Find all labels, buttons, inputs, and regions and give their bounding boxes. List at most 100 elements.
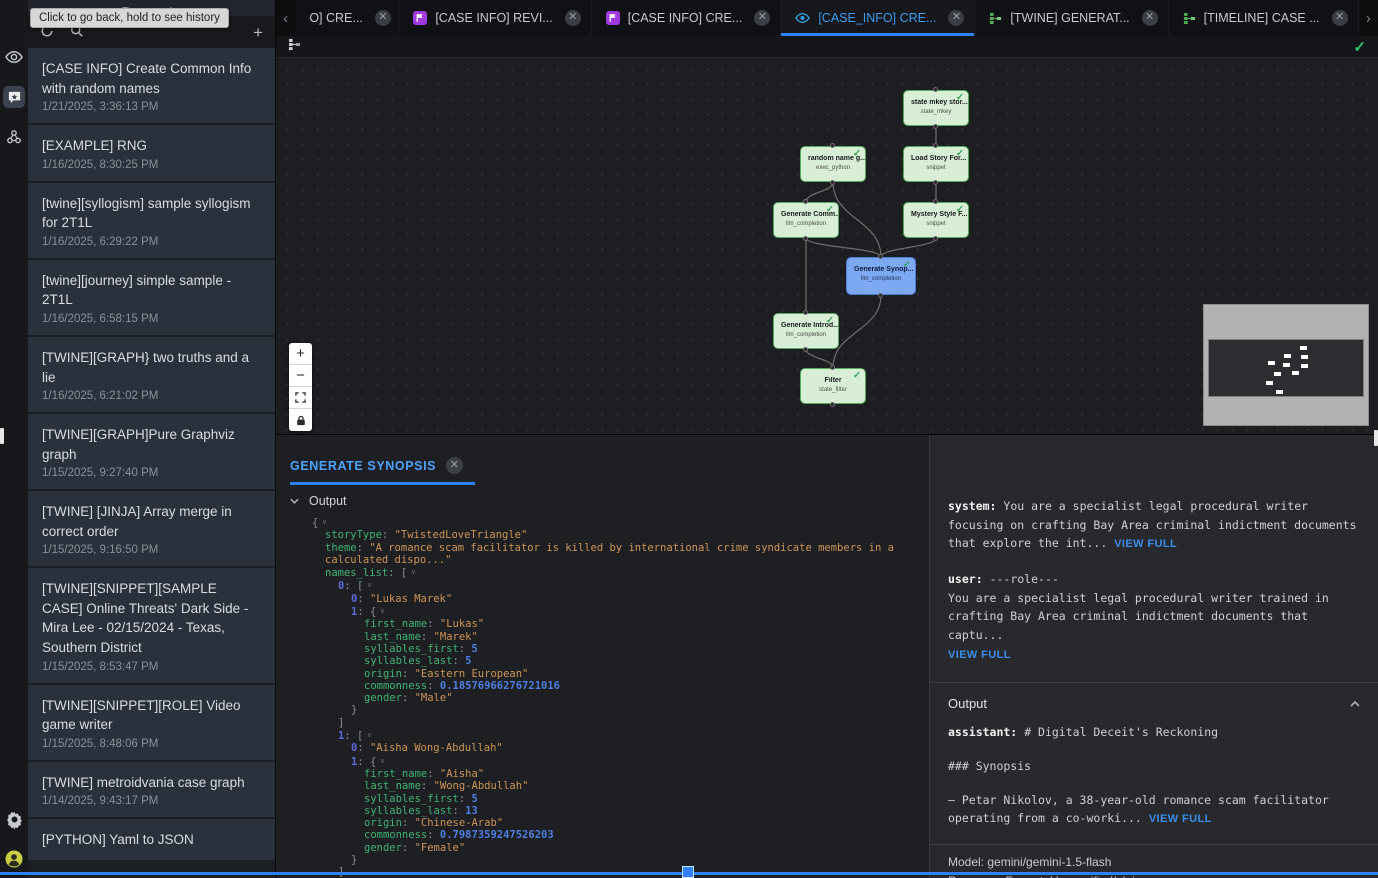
- prompt-timestamp: 1/21/2025, 3:36:13 PM: [42, 101, 261, 113]
- graph-node-gen_comm[interactable]: Generate Comm... llm_completion ✓: [773, 202, 839, 238]
- prompt-list-item[interactable]: [TWINE][SNIPPET][ROLE] Video game writer…: [28, 685, 275, 760]
- tabs-scroll-right-icon[interactable]: ›: [1359, 0, 1378, 36]
- node-output-handle[interactable]: [933, 236, 938, 241]
- main-area: ‹ O] CRE... ✕ [CASE INFO] REVI... ✕ [CAS…: [276, 0, 1378, 878]
- close-icon[interactable]: ✕: [948, 10, 964, 26]
- prompt-list-item[interactable]: [TWINE][SNIPPET][SAMPLE CASE] Online Thr…: [28, 568, 275, 682]
- node-output-handle[interactable]: [933, 124, 938, 129]
- json-line: 1: {∨: [276, 605, 916, 618]
- close-icon[interactable]: ✕: [446, 457, 463, 474]
- json-line: first_name: "Aisha": [276, 768, 916, 780]
- node-output-handle[interactable]: [933, 180, 938, 185]
- eye-icon[interactable]: [3, 46, 25, 68]
- lock-button[interactable]: [289, 409, 312, 431]
- prompt-list-item[interactable]: [TWINE] [JINJA] Array merge in correct o…: [28, 491, 275, 566]
- node-subtitle: llm_completion: [774, 221, 838, 227]
- close-icon[interactable]: ✕: [565, 10, 581, 26]
- assistant-output-header[interactable]: Output: [948, 683, 1360, 723]
- account-avatar[interactable]: [3, 848, 25, 870]
- left-resize-grip[interactable]: [0, 428, 4, 444]
- editor-tab[interactable]: [CASE_INFO] CRE... ✕: [781, 0, 975, 36]
- user-message-text: You are a specialist legal procedural wr…: [948, 591, 1329, 642]
- node-output-handle[interactable]: [803, 236, 808, 241]
- zoom-out-button[interactable]: −: [289, 365, 312, 387]
- node-input-handle[interactable]: [803, 199, 808, 204]
- prompts-icon[interactable]: [3, 86, 25, 108]
- flag-tab-icon: [606, 11, 620, 25]
- workflow-icon[interactable]: [3, 126, 25, 148]
- close-icon[interactable]: ✕: [1332, 10, 1348, 26]
- prompt-list-item[interactable]: [TWINE] metroidvania case graph 1/14/202…: [28, 762, 275, 818]
- node-input-handle[interactable]: [830, 365, 835, 370]
- settings-gear-icon[interactable]: [3, 808, 25, 830]
- json-line: origin: "Chinese-Arab": [276, 817, 916, 829]
- graph-node-gen_introd[interactable]: Generate Introd... llm_completion ✓: [773, 313, 839, 349]
- minimap-node-dot: [1274, 372, 1281, 376]
- graph-node-state_mkey[interactable]: state mkey stor... state_mkey ✓: [903, 90, 969, 126]
- fit-view-button[interactable]: [289, 387, 312, 409]
- system-message: system: You are a specialist legal proce…: [948, 497, 1360, 554]
- view-full-link[interactable]: VIEW FULL: [1149, 813, 1212, 825]
- graph-node-mystery[interactable]: Mystery Style F... snippet ✓: [903, 202, 969, 238]
- graph-node-random_name[interactable]: random name g... exec_python ✓: [800, 146, 866, 182]
- json-line: 0: "Aisha Wong-Abdullah": [276, 742, 916, 754]
- prompt-title: [PYTHON] Yaml to JSON: [42, 830, 261, 850]
- add-prompt-button[interactable]: +: [253, 24, 263, 41]
- node-input-handle[interactable]: [933, 199, 938, 204]
- node-input-handle[interactable]: [933, 87, 938, 92]
- view-full-link[interactable]: VIEW FULL: [948, 649, 1011, 661]
- graph-mode-icon[interactable]: [288, 38, 301, 56]
- prompt-list-item[interactable]: [CASE INFO] Create Common Info with rand…: [28, 48, 275, 123]
- view-full-link[interactable]: VIEW FULL: [1114, 538, 1177, 550]
- editor-tab[interactable]: [CASE INFO] CRE... ✕: [592, 0, 782, 36]
- close-icon[interactable]: ✕: [375, 10, 391, 26]
- prompt-list-item[interactable]: [TWINE][GRAPH]Pure Graphviz graph 1/15/2…: [28, 414, 275, 489]
- graph-node-filter[interactable]: Filter state_filter ✓: [800, 368, 866, 404]
- user-message: user: ---role--- You are a specialist le…: [948, 570, 1360, 664]
- node-input-handle[interactable]: [933, 143, 938, 148]
- output-section-header[interactable]: Output: [276, 485, 929, 514]
- json-line: last_name: "Wong-Abdullah": [276, 780, 916, 792]
- assistant-heading: # Digital Deceit's Reckoning: [1024, 725, 1218, 739]
- tab-generate-synopsis[interactable]: GENERATE SYNOPSIS ✕: [290, 457, 475, 485]
- json-tree[interactable]: {∨storyType: "TwistedLoveTriangle"theme:…: [276, 514, 929, 878]
- graph-node-load_story[interactable]: Load Story For... snippet ✓: [903, 146, 969, 182]
- node-check-icon: ✓: [956, 148, 964, 159]
- tabs-scroll-left-icon[interactable]: ‹: [276, 0, 295, 36]
- node-output-handle[interactable]: [878, 293, 883, 298]
- prompt-timestamp: 1/16/2025, 6:58:15 PM: [42, 313, 261, 325]
- prompt-list-item[interactable]: [PYTHON] Yaml to JSON: [28, 819, 275, 860]
- prompt-list: [CASE INFO] Create Common Info with rand…: [28, 48, 275, 878]
- node-input-handle[interactable]: [878, 254, 883, 259]
- bottom-resize-handle[interactable]: [682, 866, 694, 878]
- node-output-handle[interactable]: [803, 347, 808, 352]
- editor-tab[interactable]: [TIMELINE] CASE ... ✕: [1169, 0, 1359, 36]
- prompt-list-item[interactable]: [EXAMPLE] RNG 1/16/2025, 8:30:25 PM: [28, 125, 275, 181]
- graph-node-gen_synopsis[interactable]: Generate Synop... llm_completion ✓: [846, 257, 916, 295]
- json-line: 0: [∨: [276, 579, 916, 592]
- editor-tab[interactable]: O] CRE... ✕: [295, 0, 399, 36]
- prompt-title: [twine][syllogism] sample syllogism for …: [42, 194, 261, 233]
- node-canvas[interactable]: state mkey stor... state_mkey ✓ random n…: [276, 58, 1378, 435]
- node-input-handle[interactable]: [803, 310, 808, 315]
- editor-tab[interactable]: [CASE INFO] REVI... ✕: [399, 0, 591, 36]
- node-subtitle: snippet: [904, 165, 968, 171]
- minimap[interactable]: [1204, 305, 1368, 425]
- node-input-handle[interactable]: [830, 143, 835, 148]
- prompt-list-item[interactable]: [TWINE][GRAPH} two truths and a lie 1/16…: [28, 337, 275, 412]
- close-icon[interactable]: ✕: [754, 10, 770, 26]
- json-line: syllables_first: 5: [276, 793, 916, 805]
- editor-tab[interactable]: [TWINE] GENERAT... ✕: [975, 0, 1168, 36]
- prompt-timestamp: 1/16/2025, 8:30:25 PM: [42, 159, 261, 171]
- close-icon[interactable]: ✕: [1142, 10, 1158, 26]
- minimap-node-dot: [1284, 354, 1291, 358]
- json-line: 1: [∨: [276, 729, 916, 742]
- right-resize-grip[interactable]: [1374, 430, 1378, 446]
- node-output-handle[interactable]: [830, 180, 835, 185]
- prompt-list-item[interactable]: [twine][syllogism] sample syllogism for …: [28, 183, 275, 258]
- minimap-node-dot: [1300, 346, 1307, 350]
- zoom-in-button[interactable]: +: [289, 343, 312, 365]
- prompt-list-item[interactable]: [twine][journey] simple sample - 2T1L 1/…: [28, 260, 275, 335]
- tab-label: [CASE INFO] REVI...: [435, 11, 552, 25]
- node-output-handle[interactable]: [830, 402, 835, 407]
